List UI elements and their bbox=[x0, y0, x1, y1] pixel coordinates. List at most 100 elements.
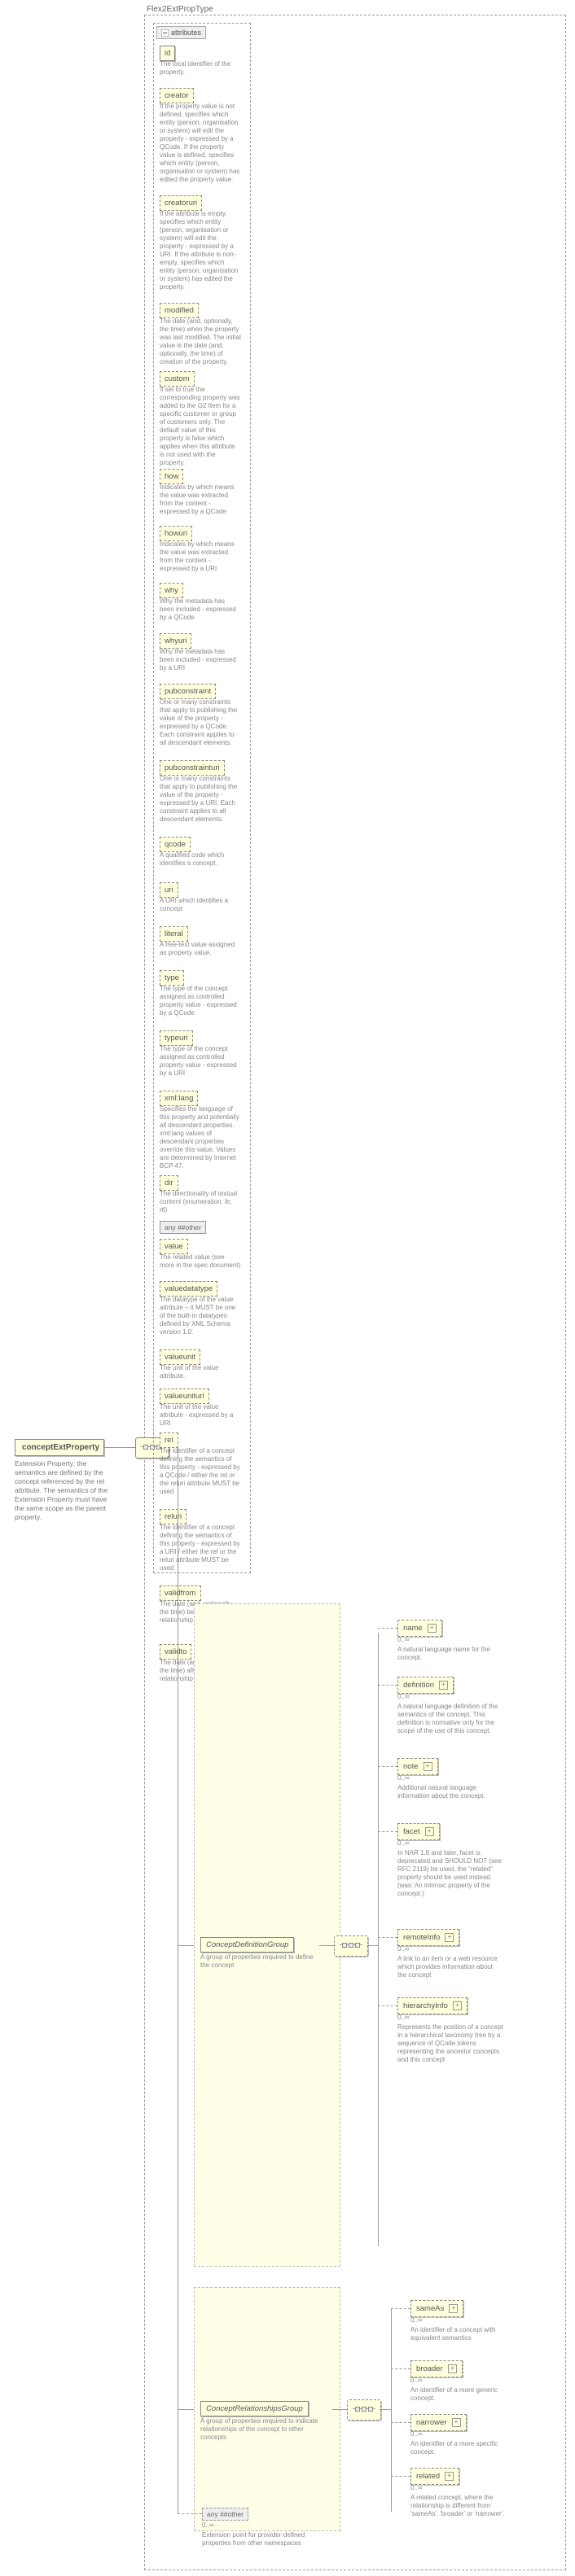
connector bbox=[367, 1945, 378, 1946]
connector bbox=[378, 1633, 379, 2246]
child-definition[interactable]: definition+ bbox=[397, 1677, 454, 1694]
attr-pubconstrainturi[interactable]: pubconstrainturi bbox=[160, 760, 225, 776]
cdg-frame bbox=[194, 1603, 340, 2267]
child-facet-label: facet bbox=[403, 1827, 420, 1836]
expand-icon[interactable]: + bbox=[428, 1624, 437, 1633]
expand-icon[interactable]: + bbox=[452, 2418, 461, 2427]
type-title: Flex2ExtPropType bbox=[147, 5, 213, 14]
expand-icon[interactable]: + bbox=[449, 2304, 458, 2313]
attr-creator-doc: If the property value is not defined, sp… bbox=[160, 103, 244, 184]
attributes-header: attributes bbox=[156, 26, 206, 39]
attr-valueunituri[interactable]: valueunituri bbox=[160, 1389, 209, 1404]
expand-icon[interactable]: + bbox=[445, 2472, 454, 2481]
child-facet-doc: In NAR 1.8 and later, facet is deprecate… bbox=[397, 1849, 503, 1898]
child-facet[interactable]: facet + bbox=[397, 1823, 440, 1840]
cdg-title[interactable]: ConceptDefinitionGroup bbox=[200, 1937, 294, 1953]
expand-icon[interactable]: + bbox=[448, 2364, 457, 2373]
attr-id-doc: The local identifier of the property. bbox=[160, 60, 244, 77]
attr-modified[interactable]: modified bbox=[160, 303, 199, 318]
expand-icon[interactable]: + bbox=[424, 1762, 432, 1771]
child-sameAs-occ: 0..∞ bbox=[410, 2316, 423, 2324]
ext-any-doc: Extension point for provider-defined pro… bbox=[202, 2531, 316, 2548]
attr-pubconstraint-doc: One or many constraints that apply to pu… bbox=[160, 698, 244, 747]
root-element-doc: Extension Property; the semantics are de… bbox=[15, 1459, 108, 1522]
attr-qcode[interactable]: qcode bbox=[160, 837, 191, 852]
attr-reluri[interactable]: reluri bbox=[160, 1509, 187, 1524]
child-name[interactable]: name+ bbox=[397, 1620, 442, 1637]
attr-rel[interactable]: rel bbox=[160, 1432, 178, 1448]
attr-xml-lang[interactable]: xml:lang bbox=[160, 1091, 198, 1106]
attr-how[interactable]: how bbox=[160, 469, 183, 484]
child-hierarchyInfo-label: hierarchyInfo bbox=[403, 2001, 448, 2010]
attr-how-doc: Indicates by which means the value was e… bbox=[160, 483, 244, 516]
child-related[interactable]: related + bbox=[410, 2468, 459, 2485]
child-narrower-doc: An identifier of a more specific concept… bbox=[410, 2440, 516, 2456]
child-name-occ: 0..∞ bbox=[397, 1636, 410, 1643]
attr-valuedatatype[interactable]: valuedatatype bbox=[160, 1281, 217, 1297]
attr-uri-doc: A URI which identifies a concept bbox=[160, 897, 244, 913]
expand-icon[interactable]: + bbox=[439, 1681, 448, 1690]
child-remoteInfo[interactable]: remoteInfo + bbox=[397, 1929, 459, 1946]
child-narrower[interactable]: narrower+ bbox=[410, 2414, 467, 2431]
attr-xml-lang-doc: Specifies the language of this property … bbox=[160, 1105, 244, 1170]
child-note-occ: 0..∞ bbox=[397, 1774, 410, 1782]
attr-typeuri[interactable]: typeuri bbox=[160, 1030, 193, 1046]
child-broader-occ: 0..∞ bbox=[410, 2377, 423, 2384]
child-sameAs-doc: An identifier of a concept with equivale… bbox=[410, 2326, 516, 2342]
attr-whyuri[interactable]: whyuri bbox=[160, 633, 191, 649]
child-name-doc: A natural language name for the concept. bbox=[397, 1646, 503, 1662]
connector bbox=[391, 2308, 410, 2309]
attr-type[interactable]: type bbox=[160, 970, 184, 986]
expand-icon[interactable]: + bbox=[445, 1933, 454, 1942]
attr-valueunit[interactable]: valueunit bbox=[160, 1349, 200, 1365]
child-note[interactable]: note + bbox=[397, 1758, 438, 1775]
child-remoteInfo-doc: A link to an item or a web resource whic… bbox=[397, 1955, 503, 1979]
attr-validfrom[interactable]: validfrom bbox=[160, 1585, 201, 1601]
root-element[interactable]: conceptExtProperty bbox=[15, 1439, 104, 1456]
attr-dir[interactable]: dir bbox=[160, 1175, 178, 1191]
child-related-doc: A related concept, where the relationshi… bbox=[410, 2494, 516, 2518]
attr-dir-doc: The directionality of textual content (e… bbox=[160, 1190, 244, 1214]
connector bbox=[378, 1685, 397, 1686]
child-note-doc: Additional natural language information … bbox=[397, 1784, 503, 1800]
attr-id[interactable]: id bbox=[160, 46, 175, 61]
connector bbox=[391, 2368, 410, 2369]
child-note-label: note bbox=[403, 1762, 419, 1771]
attr-custom[interactable]: custom bbox=[160, 371, 195, 387]
connector bbox=[178, 2513, 202, 2514]
child-hierarchyInfo[interactable]: hierarchyInfo + bbox=[397, 1997, 467, 2014]
connector bbox=[380, 2409, 391, 2410]
child-sameAs-label: sameAs bbox=[416, 2304, 444, 2313]
attr-howuri[interactable]: howuri bbox=[160, 526, 192, 541]
attr-pubconstraint[interactable]: pubconstraint bbox=[160, 684, 216, 699]
expand-icon[interactable]: + bbox=[453, 2001, 462, 2010]
attr-why[interactable]: why bbox=[160, 583, 183, 598]
child-related-label: related bbox=[416, 2472, 440, 2481]
connector bbox=[319, 1945, 334, 1946]
attr-howuri-doc: Indicates by which means the value was e… bbox=[160, 540, 244, 573]
connector bbox=[378, 2005, 397, 2006]
connector bbox=[178, 2409, 194, 2410]
attr-creatoruri[interactable]: creatoruri bbox=[160, 195, 202, 211]
attr-value[interactable]: value bbox=[160, 1239, 188, 1254]
attr-literal[interactable]: literal bbox=[160, 926, 188, 942]
attr-reluri-doc: The identifier of a concept defining the… bbox=[160, 1524, 244, 1572]
root-element-label: conceptExtProperty bbox=[22, 1443, 99, 1452]
attr-creator[interactable]: creator bbox=[160, 88, 194, 103]
child-related-occ: 0..∞ bbox=[410, 2484, 423, 2491]
attr-validto[interactable]: validto bbox=[160, 1644, 191, 1660]
connector bbox=[378, 1831, 397, 1832]
connector bbox=[378, 1628, 397, 1629]
child-broader[interactable]: broader+ bbox=[410, 2360, 463, 2377]
child-remoteInfo-occ: 0..∞ bbox=[397, 1945, 410, 1953]
attr-literal-doc: A free-text value assigned as property v… bbox=[160, 941, 244, 957]
child-facet-occ: 0..∞ bbox=[397, 1839, 410, 1847]
minus-icon bbox=[161, 29, 169, 37]
child-remoteInfo-label: remoteInfo bbox=[403, 1933, 440, 1942]
attributes-header-label: attributes bbox=[171, 28, 201, 37]
attr-uri[interactable]: uri bbox=[160, 882, 178, 898]
expand-icon[interactable]: + bbox=[425, 1827, 434, 1836]
child-sameAs[interactable]: sameAs + bbox=[410, 2300, 463, 2317]
crg-title[interactable]: ConceptRelationshipsGroup bbox=[200, 2401, 309, 2416]
attr-value-doc: The related value (see more in the spec … bbox=[160, 1253, 244, 1270]
